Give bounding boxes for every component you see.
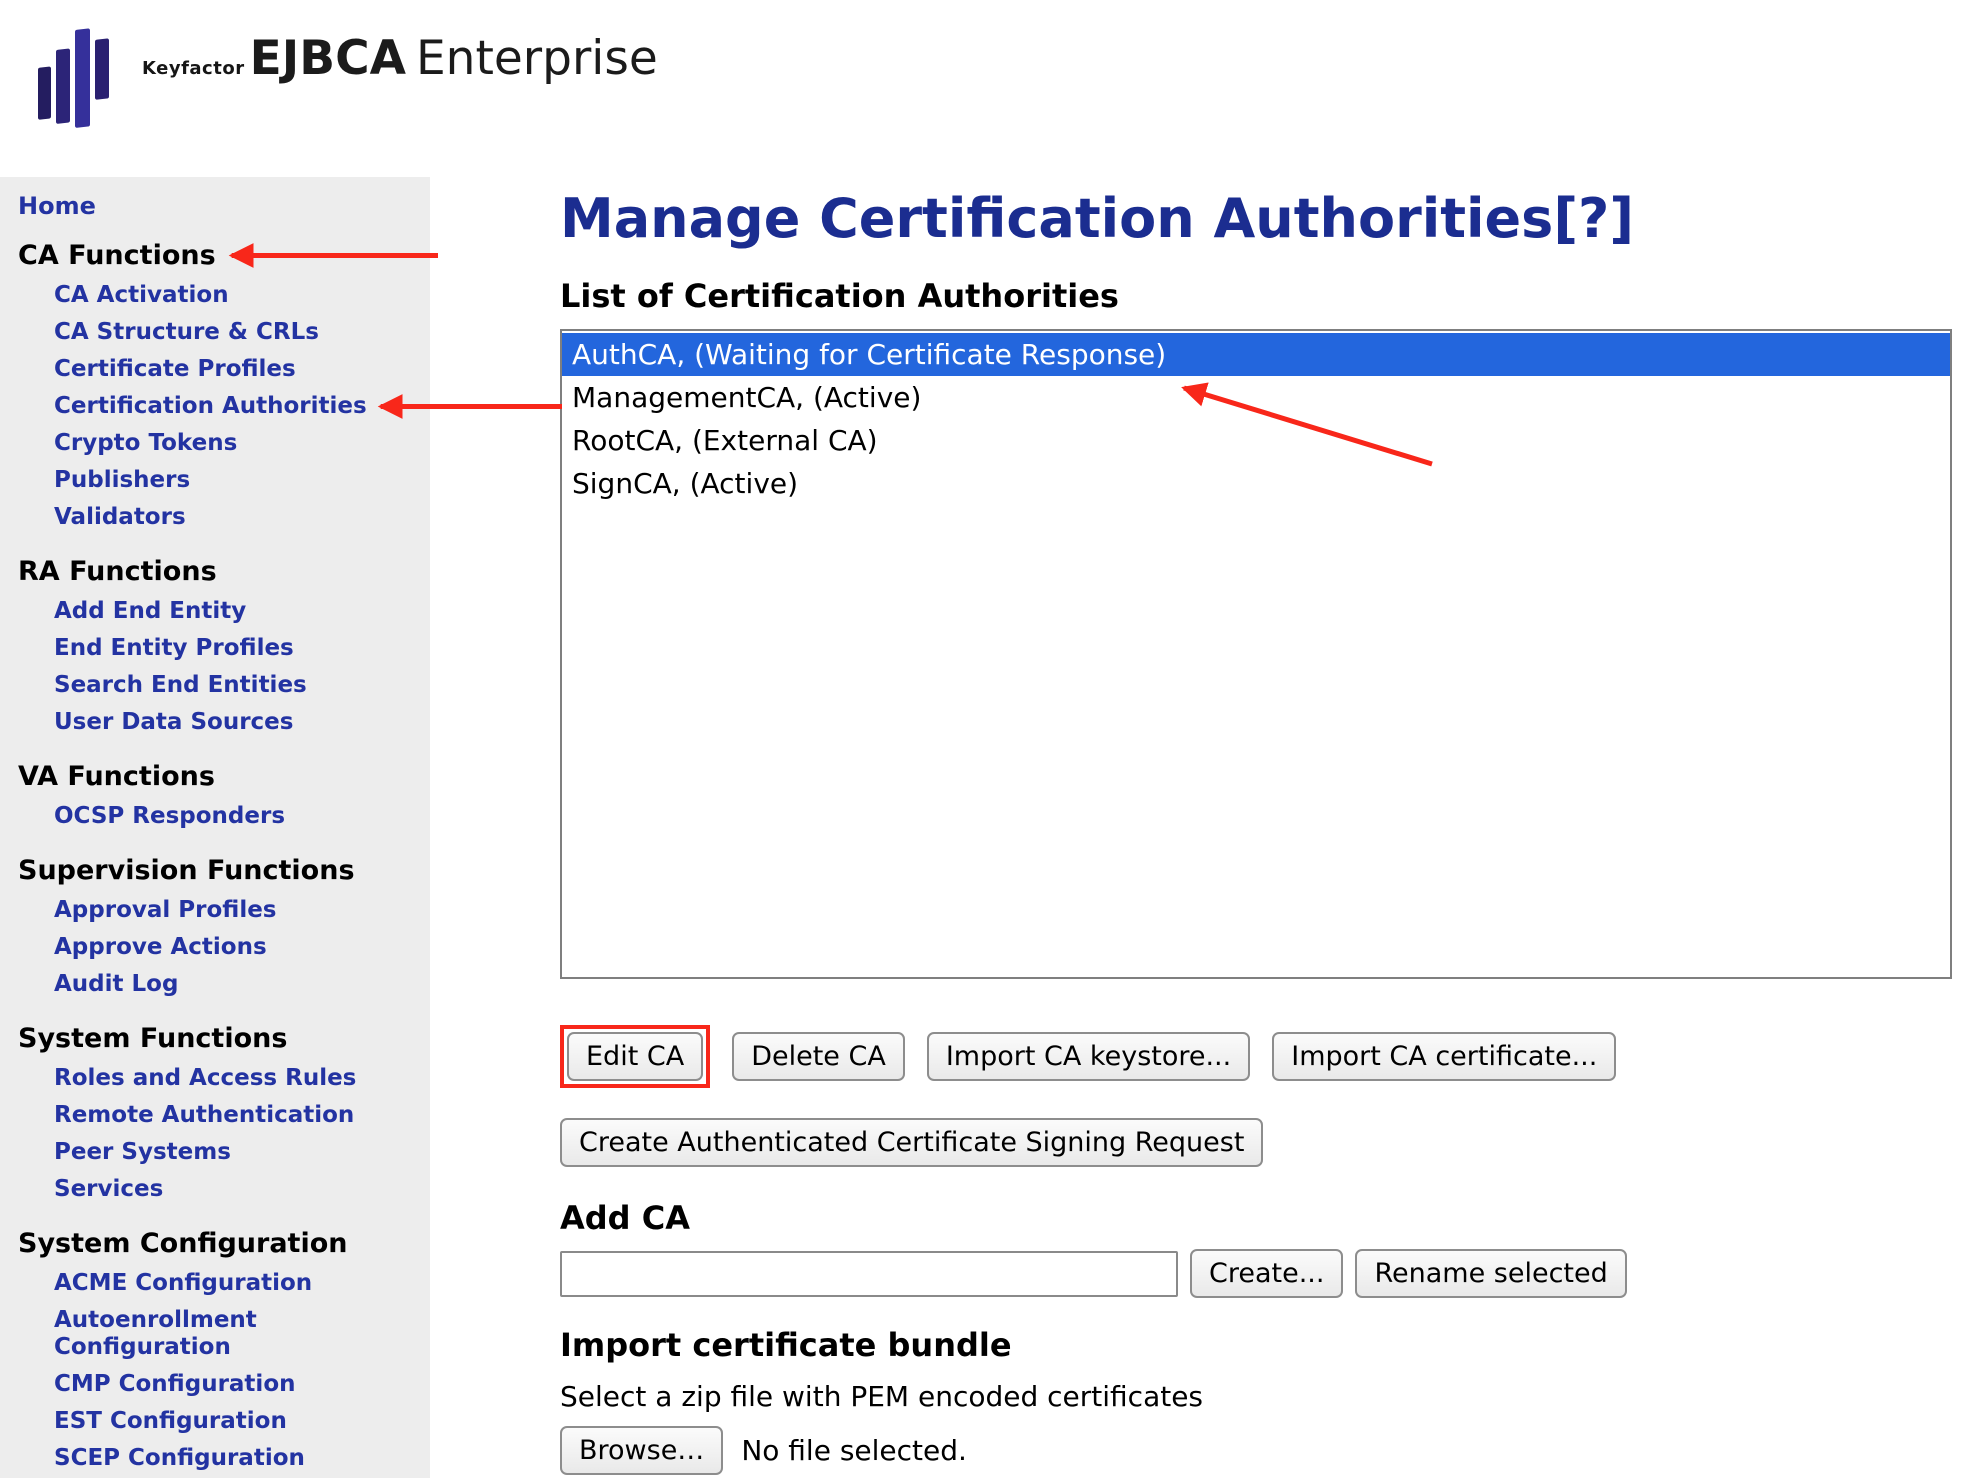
sidebar-item-add-end-entity[interactable]: Add End Entity [18,593,246,630]
sidebar-item-approve-actions[interactable]: Approve Actions [18,929,267,966]
product-name: EJBCA [250,31,406,86]
sidebar-section-ra-functions: RA Functions [18,556,217,587]
sidebar-item-end-entity-profiles[interactable]: End Entity Profiles [18,630,294,667]
page-title-text: Manage Certification Authorities [560,187,1553,250]
logo-text: Keyfactor EJBCAEnterprise [142,32,658,86]
help-link[interactable]: [?] [1553,187,1634,250]
logo[interactable]: Keyfactor EJBCAEnterprise [0,0,1980,136]
add-ca-heading: Add CA [560,1199,1952,1237]
csr-row: Create Authenticated Certificate Signing… [560,1118,1952,1167]
import-bundle-heading: Import certificate bundle [560,1326,1952,1364]
create-ca-button[interactable]: Create... [1190,1249,1343,1298]
file-upload-row: Browse… No file selected. [560,1426,1952,1475]
sidebar-section-ca-functions: CA Functions [18,240,216,271]
sidebar-item-audit-log[interactable]: Audit Log [18,966,178,1003]
ca-actions-row: Edit CA Delete CA Import CA keystore... … [560,1025,1952,1088]
ca-option-rootca[interactable]: RootCA, (External CA) [562,419,1950,462]
sidebar-item-home[interactable]: Home [18,193,96,220]
sidebar-item-roles-and-access-rules[interactable]: Roles and Access Rules [18,1060,356,1097]
edit-ca-button[interactable]: Edit CA [567,1032,703,1081]
main-content: Manage Certification Authorities[?] List… [560,177,1952,1475]
import-ca-certificate-button[interactable]: Import CA certificate... [1272,1032,1616,1081]
sidebar-item-ca-activation[interactable]: CA Activation [18,277,229,314]
sidebar-item-publishers[interactable]: Publishers [18,462,190,499]
sidebar-item-est-configuration[interactable]: EST Configuration [18,1403,287,1440]
sidebar-item-remote-authentication[interactable]: Remote Authentication [18,1097,354,1134]
product-edition: Enterprise [416,31,658,86]
sidebar-item-certificate-profiles[interactable]: Certificate Profiles [18,351,296,388]
edit-ca-highlight-annotation: Edit CA [560,1025,710,1088]
sidebar-section-supervision-functions: Supervision Functions [18,855,355,886]
header: Keyfactor EJBCAEnterprise [0,0,1980,160]
sidebar-section-system-configuration: System Configuration [18,1228,347,1259]
import-ca-keystore-button[interactable]: Import CA keystore... [927,1032,1250,1081]
page-title: Manage Certification Authorities[?] [560,187,1952,251]
ca-option-signca[interactable]: SignCA, (Active) [562,462,1950,505]
add-ca-row: Create... Rename selected [560,1249,1952,1298]
delete-ca-button[interactable]: Delete CA [732,1032,905,1081]
ca-list-heading: List of Certification Authorities [560,277,1952,315]
sidebar-item-crypto-tokens[interactable]: Crypto Tokens [18,425,237,462]
sidebar-item-cmp-configuration[interactable]: CMP Configuration [18,1366,296,1403]
sidebar-item-validators[interactable]: Validators [18,499,186,536]
sidebar-section-va-functions: VA Functions [18,761,215,792]
brand-name: Keyfactor [142,58,245,79]
sidebar-item-ocsp-responders[interactable]: OCSP Responders [18,798,285,835]
sidebar-item-search-end-entities[interactable]: Search End Entities [18,667,307,704]
sidebar-item-scep-configuration[interactable]: SCEP Configuration [18,1440,305,1477]
sidebar-item-acme-configuration[interactable]: ACME Configuration [18,1265,312,1302]
sidebar-item-autoenrollment-configuration[interactable]: Autoenrollment Configuration [18,1302,418,1366]
ca-option-authca[interactable]: AuthCA, (Waiting for Certificate Respons… [562,333,1950,376]
sidebar-item-approval-profiles[interactable]: Approval Profiles [18,892,277,929]
add-ca-name-input[interactable] [560,1251,1178,1297]
product-line: EJBCAEnterprise [250,31,658,86]
file-status-text: No file selected. [741,1434,967,1467]
sidebar: Home CA Functions CA Activation CA Struc… [0,177,430,1478]
sidebar-item-certification-authorities[interactable]: Certification Authorities [18,388,367,425]
rename-selected-button[interactable]: Rename selected [1355,1249,1626,1298]
create-csr-button[interactable]: Create Authenticated Certificate Signing… [560,1118,1263,1167]
sidebar-section-system-functions: System Functions [18,1023,287,1054]
browse-button[interactable]: Browse… [560,1426,723,1475]
ca-option-managementca[interactable]: ManagementCA, (Active) [562,376,1950,419]
sidebar-item-services[interactable]: Services [18,1171,163,1208]
sidebar-item-peer-systems[interactable]: Peer Systems [18,1134,231,1171]
ca-listbox[interactable]: AuthCA, (Waiting for Certificate Respons… [560,329,1952,979]
import-bundle-hint: Select a zip file with PEM encoded certi… [560,1380,1952,1414]
keyfactor-logo-icon [36,14,118,136]
sidebar-item-user-data-sources[interactable]: User Data Sources [18,704,293,741]
sidebar-item-ca-structure-crls[interactable]: CA Structure & CRLs [18,314,319,351]
